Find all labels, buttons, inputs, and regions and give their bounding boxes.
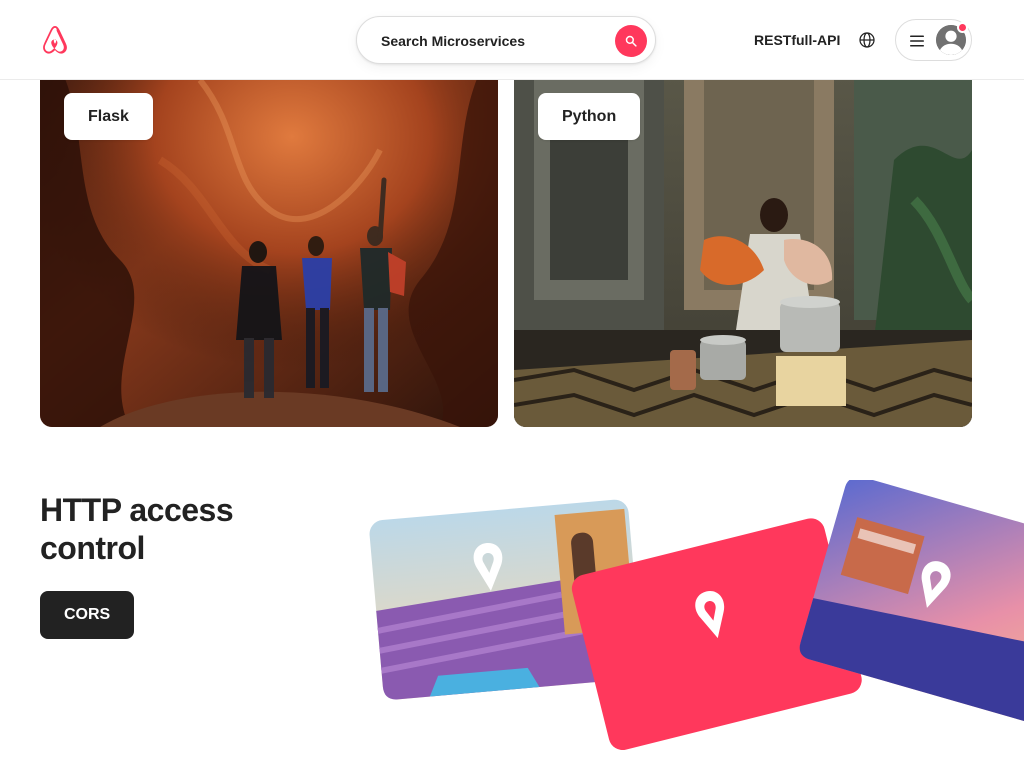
search-bar[interactable] [356,16,656,64]
globe-icon [859,32,875,48]
section-title: HTTP access control [40,492,234,566]
gift-cards-illustration [369,480,1024,750]
hamburger-menu-icon [910,35,924,47]
restful-api-link[interactable]: RESTfull-API [742,22,852,58]
python-card[interactable]: Python [514,40,972,427]
search-icon [625,35,637,47]
flask-card[interactable]: Flask [40,40,498,427]
language-button[interactable] [849,22,885,58]
user-menu-button[interactable] [895,19,972,61]
python-chip[interactable]: Python [538,93,641,140]
notification-dot [957,22,968,33]
top-navigation-bar: RESTfull-API [0,0,1024,80]
flask-chip[interactable]: Flask [64,93,153,140]
search-input[interactable] [381,29,611,53]
cors-button[interactable]: CORS [40,591,135,639]
airbnb-logo-icon[interactable] [40,24,70,56]
search-button[interactable] [615,25,647,57]
